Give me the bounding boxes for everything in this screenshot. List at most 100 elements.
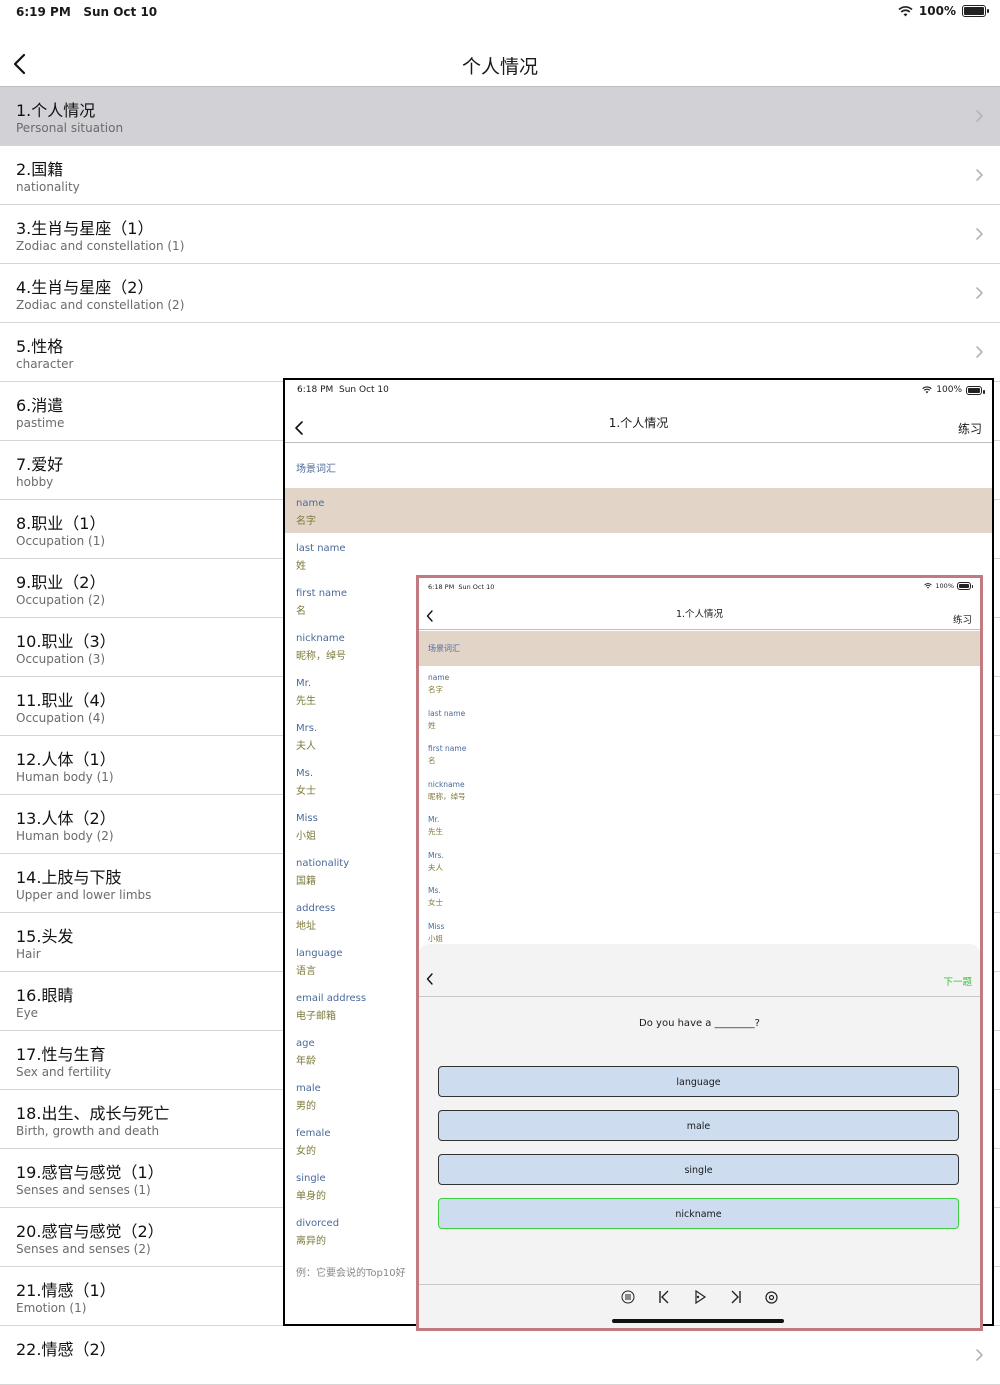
word-english: Miss — [428, 921, 445, 931]
chevron-right-icon — [976, 110, 983, 122]
list-item-subtitle: Senses and senses (1) — [16, 1183, 151, 1197]
list-item[interactable]: 4.生肖与星座（2） Zodiac and constellation (2) — [0, 264, 1000, 323]
word-english: last name — [428, 708, 466, 718]
chevron-right-icon — [976, 228, 983, 240]
list-item-subtitle: Zodiac and constellation (2) — [16, 298, 185, 312]
practice-button[interactable]: 练习 — [953, 612, 972, 626]
word-chinese: 女士 — [428, 898, 443, 907]
list-item[interactable]: 2.国籍 nationality — [0, 146, 1000, 205]
quiz-option-button[interactable]: language — [438, 1066, 959, 1097]
list-item-title: 16.眼睛 — [16, 986, 74, 1005]
list-item-title: 19.感官与感觉（1） — [16, 1163, 164, 1182]
word-item[interactable]: Mr. 先生 — [419, 810, 980, 846]
overlay1-nav-bar: 1.个人情况 练习 — [285, 406, 992, 443]
list-item-subtitle: character — [16, 357, 74, 371]
word-item[interactable]: nickname 昵称，绰号 — [419, 775, 980, 811]
word-chinese: 小姐 — [296, 831, 316, 842]
list-item-subtitle: Hair — [16, 947, 41, 961]
list-item-title: 18.出生、成长与死亡 — [16, 1104, 170, 1123]
word-english: Ms. — [428, 886, 441, 895]
quiz-option-button[interactable]: nickname — [438, 1198, 959, 1229]
word-english: Miss — [296, 813, 318, 824]
word-item[interactable]: last name 姓 — [285, 533, 992, 578]
list-item-subtitle: Birth, growth and death — [16, 1124, 160, 1138]
play-icon[interactable] — [692, 1289, 708, 1305]
word-item[interactable]: Mrs. 夫人 — [419, 846, 980, 882]
list-item-title: 15.头发 — [16, 927, 74, 946]
settings-icon[interactable] — [764, 1289, 780, 1305]
word-english: name — [428, 673, 450, 682]
word-chinese: 昵称，绰号 — [428, 791, 466, 801]
list-icon[interactable] — [620, 1289, 636, 1305]
word-english: female — [296, 1128, 331, 1139]
list-item-subtitle: hobby — [16, 475, 54, 489]
overlay1-status-bar: 6:18 PM Sun Oct 10 100% — [285, 380, 992, 400]
word-chinese: 名字 — [296, 516, 316, 527]
status-right: 100% — [898, 4, 989, 18]
word-chinese: 名字 — [428, 685, 443, 694]
list-item-subtitle: Zodiac and constellation (1) — [16, 239, 185, 253]
back-chevron-icon[interactable] — [425, 972, 435, 986]
word-chinese: 夫人 — [428, 862, 443, 872]
playback-toolbar — [419, 1289, 980, 1305]
word-chinese: 女的 — [296, 1146, 316, 1157]
list-item[interactable]: 22.情感（2） — [0, 1326, 1000, 1385]
scene-vocab-label: 场景词汇 — [428, 644, 460, 653]
battery-icon — [957, 582, 973, 590]
word-english: nickname — [428, 779, 465, 789]
list-item-title: 10.职业（3） — [16, 632, 116, 651]
word-chinese: 先生 — [296, 696, 316, 707]
previous-icon[interactable] — [656, 1289, 672, 1305]
wifi-icon — [924, 583, 933, 589]
word-item[interactable]: name 名字 — [419, 668, 980, 704]
list-item[interactable]: 5.性格 character — [0, 323, 1000, 382]
word-chinese: 年龄 — [296, 1056, 316, 1067]
word-english: last name — [296, 543, 346, 554]
word-chinese: 地址 — [296, 921, 316, 932]
word-english: Mr. — [428, 815, 440, 824]
list-item-subtitle: Occupation (2) — [16, 593, 106, 607]
list-item-title: 20.感官与感觉（2） — [16, 1222, 164, 1241]
list-item[interactable]: 3.生肖与星座（1） Zodiac and constellation (1) — [0, 205, 1000, 264]
word-item[interactable]: first name 名 — [419, 739, 980, 775]
chevron-right-icon — [976, 287, 983, 299]
word-item[interactable]: last name 姓 — [419, 704, 980, 740]
list-item-subtitle: Occupation (1) — [16, 534, 106, 548]
wifi-icon — [922, 386, 932, 394]
next-icon[interactable] — [728, 1289, 744, 1305]
list-item-title: 8.职业（1） — [16, 514, 106, 533]
word-english: male — [296, 1083, 321, 1094]
quiz-question: Do you have a ________? — [639, 1018, 760, 1029]
word-chinese: 姓 — [296, 561, 306, 572]
word-chinese: 昵称，绰号 — [296, 651, 346, 662]
quiz-option-button[interactable]: single — [438, 1154, 959, 1185]
word-english: Mrs. — [296, 723, 318, 734]
word-chinese: 小姐 — [428, 933, 443, 943]
chevron-right-icon — [976, 1349, 983, 1361]
list-item[interactable]: 1.个人情况 Personal situation — [0, 87, 1000, 146]
page-title: 个人情况 — [461, 56, 538, 78]
word-chinese: 夫人 — [296, 741, 316, 752]
word-item[interactable]: Ms. 女士 — [419, 881, 980, 917]
overlay1-cut-text: 例：它要会说的Top10好 — [296, 1268, 406, 1279]
word-chinese: 名 — [428, 756, 436, 765]
list-item-title: 7.爱好 — [16, 455, 64, 474]
word-english: age — [296, 1038, 315, 1049]
practice-button[interactable]: 练习 — [958, 420, 982, 437]
list-item-subtitle: Occupation (3) — [16, 652, 106, 666]
wifi-icon — [898, 5, 913, 16]
nav-bar: 个人情况 — [0, 40, 1000, 87]
quiz-option-button[interactable]: male — [438, 1110, 959, 1141]
word-chinese: 先生 — [428, 827, 443, 836]
word-chinese: 国籍 — [296, 876, 316, 887]
list-item-subtitle: pastime — [16, 416, 65, 430]
list-item-title: 21.情感（1） — [16, 1281, 116, 1300]
word-chinese: 离异的 — [296, 1236, 326, 1247]
word-english: nationality — [296, 858, 350, 869]
word-item[interactable]: name 名字 — [285, 488, 992, 533]
next-question-button[interactable]: 下一题 — [943, 974, 972, 988]
list-item-title: 6.消遣 — [16, 396, 64, 415]
divider — [419, 1284, 980, 1285]
list-item-subtitle: nationality — [16, 180, 80, 194]
battery-percent: 100% — [918, 4, 956, 18]
